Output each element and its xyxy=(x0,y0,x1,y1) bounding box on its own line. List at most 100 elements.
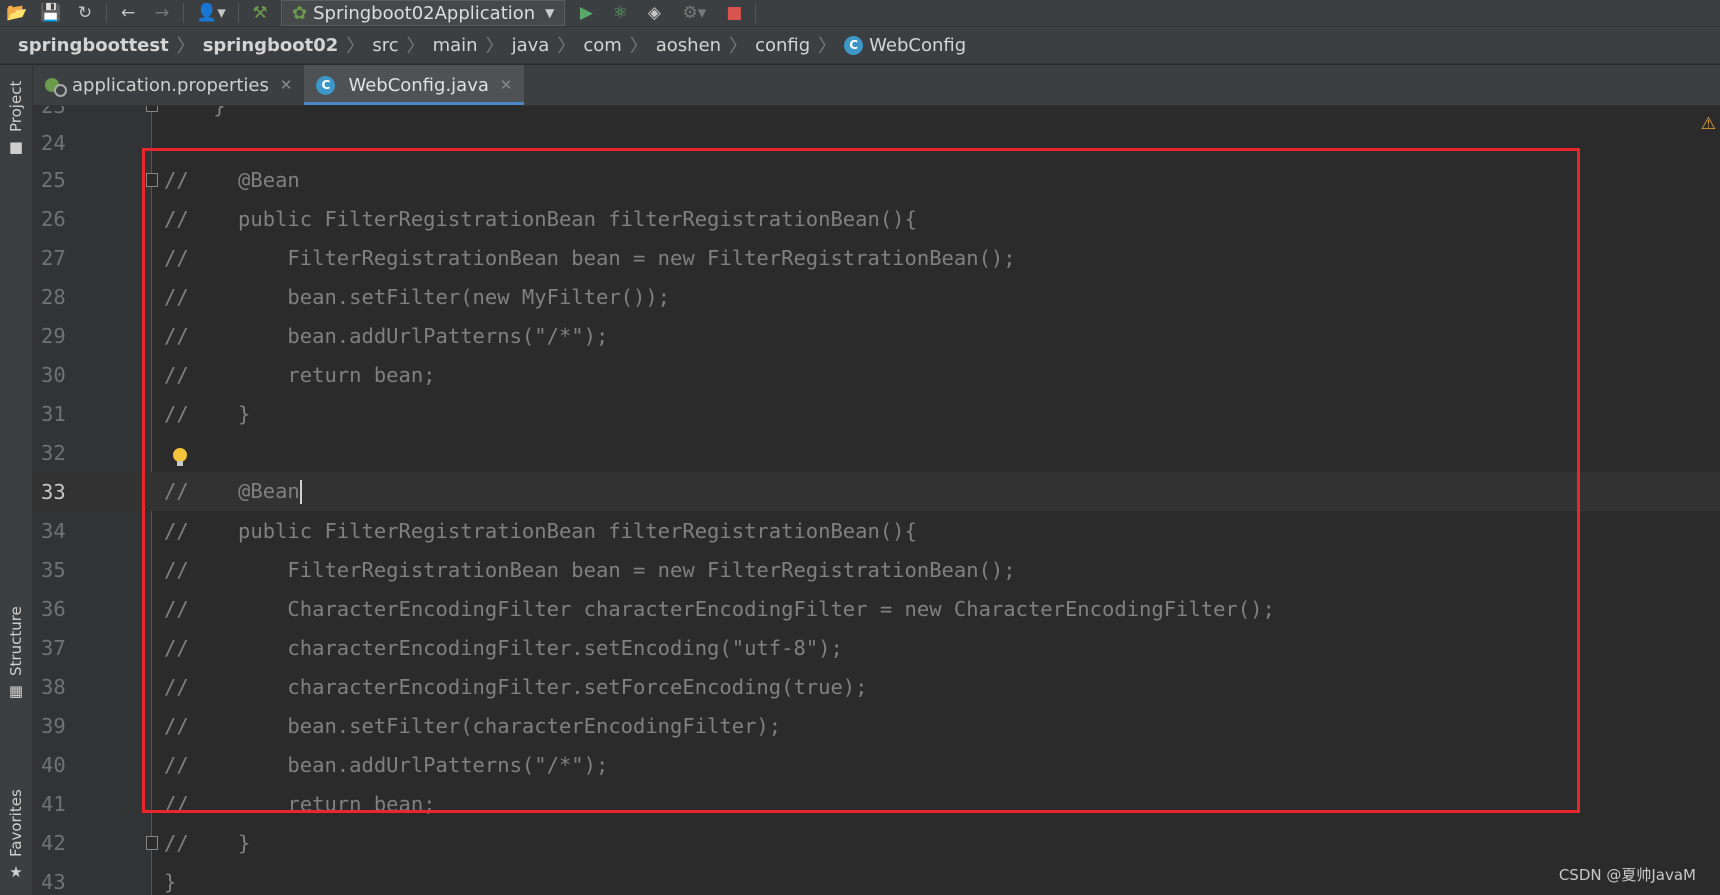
code-line[interactable]: 39 // bean.setFilter(characterEncodingFi… xyxy=(33,706,1720,745)
breadcrumb-item-label: WebConfig xyxy=(869,34,967,56)
code-text: // bean.setFilter(new MyFilter()); xyxy=(164,284,671,309)
project-tool-tab[interactable]: ■ Project xyxy=(2,73,30,163)
line-number: 34 xyxy=(41,518,66,543)
breadcrumb-item[interactable]: aoshen xyxy=(656,35,721,56)
code-text: // characterEncodingFilter.setEncoding("… xyxy=(164,635,843,660)
java-class-icon: C xyxy=(844,35,864,55)
breadcrumb-item[interactable]: springboottest xyxy=(18,35,169,56)
lightbulb-icon[interactable] xyxy=(173,448,187,468)
breadcrumb-item[interactable]: config xyxy=(755,35,810,56)
toolbar-divider xyxy=(238,3,239,23)
breadcrumb-separator-icon: 〉 xyxy=(485,36,504,57)
line-number: 41 xyxy=(41,791,66,816)
favorites-tool-tab[interactable]: ★ Favorites xyxy=(2,785,30,885)
fold-marker-icon[interactable] xyxy=(146,106,158,112)
line-number: 30 xyxy=(41,362,66,387)
warning-icon[interactable]: ⚠ xyxy=(1701,114,1716,134)
breadcrumb-separator-icon: 〉 xyxy=(818,36,837,57)
user-dropdown-icon[interactable]: 👤▾ xyxy=(188,0,234,26)
tab-webconfig-java[interactable]: C WebConfig.java ✕ xyxy=(304,65,525,105)
breadcrumb-item[interactable]: springboot02 xyxy=(203,35,339,56)
code-line[interactable]: 35 // FilterRegistrationBean bean = new … xyxy=(33,550,1720,589)
code-line[interactable]: 37 // characterEncodingFilter.setEncodin… xyxy=(33,628,1720,667)
line-number: 28 xyxy=(41,284,66,309)
open-folder-icon[interactable]: 📂 xyxy=(0,0,34,26)
forward-arrow-icon[interactable]: → xyxy=(145,0,179,26)
code-line[interactable]: 26 // public FilterRegistrationBean filt… xyxy=(33,199,1720,238)
code-text: // public FilterRegistrationBean filterR… xyxy=(164,518,917,543)
debug-bug-icon[interactable]: ⚛ xyxy=(603,0,637,26)
stop-icon[interactable]: ■ xyxy=(717,0,751,26)
breadcrumb-item[interactable]: src xyxy=(372,35,398,56)
code-line[interactable]: 27 // FilterRegistrationBean bean = new … xyxy=(33,238,1720,277)
sync-icon[interactable]: ↻ xyxy=(68,0,102,26)
code-line[interactable]: 40 // bean.addUrlPatterns("/*"); xyxy=(33,745,1720,784)
watermark-text: CSDN @夏帅JavaM xyxy=(1558,866,1696,884)
line-number: 42 xyxy=(41,830,66,855)
breadcrumb-separator-icon: 〉 xyxy=(406,36,425,57)
code-line[interactable]: 34 // public FilterRegistrationBean filt… xyxy=(33,511,1720,550)
run-configuration-selector[interactable]: ✿ Springboot02Application ▼ xyxy=(281,0,566,26)
line-number: 25 xyxy=(41,167,66,192)
code-line[interactable]: 42 // } xyxy=(33,823,1720,862)
coverage-icon[interactable]: ◈ xyxy=(637,0,671,26)
fold-marker-icon[interactable] xyxy=(146,173,158,187)
main-toolbar: 📂 💾 ↻ ← → 👤▾ ⚒ ✿ Springboot02Application… xyxy=(0,0,1720,27)
code-text: // FilterRegistrationBean bean = new Fil… xyxy=(164,245,1016,270)
code-text: // return bean; xyxy=(164,362,436,387)
breadcrumb-separator-icon: 〉 xyxy=(176,36,195,57)
code-editor[interactable]: 23 } 24 25 // @Bean 26 // public FilterR… xyxy=(33,106,1720,895)
code-text: } xyxy=(164,106,225,118)
text-caret xyxy=(299,480,302,504)
spring-boot-icon: ✿ xyxy=(292,2,308,24)
back-arrow-icon[interactable]: ← xyxy=(111,0,145,26)
code-text: // FilterRegistrationBean bean = new Fil… xyxy=(164,557,1016,582)
code-line[interactable]: 25 // @Bean xyxy=(33,160,1720,199)
breadcrumb-separator-icon: 〉 xyxy=(346,36,365,57)
fold-marker-icon[interactable] xyxy=(146,836,158,850)
code-text: // CharacterEncodingFilter characterEnco… xyxy=(164,596,1275,621)
project-tool-label: Project xyxy=(7,80,25,132)
code-line[interactable]: 24 xyxy=(33,123,1720,162)
code-line[interactable]: 32 xyxy=(33,433,1720,472)
build-hammer-icon[interactable]: ⚒ xyxy=(243,0,277,26)
toolbar-divider xyxy=(755,3,757,23)
code-text: // @Bean xyxy=(164,167,300,192)
breadcrumb-item[interactable]: com xyxy=(583,35,621,56)
structure-tool-label: Structure xyxy=(7,606,25,676)
save-icon[interactable]: 💾 xyxy=(34,0,68,26)
code-line[interactable]: 28 // bean.setFilter(new MyFilter()); xyxy=(33,277,1720,316)
line-number: 37 xyxy=(41,635,66,660)
code-line[interactable]: 43 } xyxy=(33,862,1720,895)
code-text: // } xyxy=(164,401,251,426)
line-number: 36 xyxy=(41,596,66,621)
code-text: // bean.addUrlPatterns("/*"); xyxy=(164,752,609,777)
breadcrumb-item[interactable]: java xyxy=(512,35,550,56)
code-line[interactable]: 36 // CharacterEncodingFilter characterE… xyxy=(33,589,1720,628)
profile-icon[interactable]: ⚙▾ xyxy=(671,0,717,26)
structure-tool-tab[interactable]: ▦ Structure xyxy=(2,603,30,703)
breadcrumb-separator-icon: 〉 xyxy=(557,36,576,57)
line-number: 38 xyxy=(41,674,66,699)
line-number: 40 xyxy=(41,752,66,777)
bulb-glass xyxy=(173,448,187,462)
close-icon[interactable]: ✕ xyxy=(280,76,293,94)
line-number: 23 xyxy=(33,106,107,118)
toolbar-divider xyxy=(106,3,107,23)
star-icon: ★ xyxy=(7,862,25,881)
code-line[interactable]: 31 // } xyxy=(33,394,1720,433)
tab-application-properties[interactable]: application.properties ✕ xyxy=(33,65,304,105)
code-line[interactable]: 41 // return bean; xyxy=(33,784,1720,823)
run-icon[interactable]: ▶ xyxy=(569,0,603,26)
code-line[interactable]: 38 // characterEncodingFilter.setForceEn… xyxy=(33,667,1720,706)
code-line[interactable]: 30 // return bean; xyxy=(33,355,1720,394)
close-icon[interactable]: ✕ xyxy=(500,76,513,94)
breadcrumb-item-class[interactable]: C WebConfig xyxy=(844,35,966,56)
code-text: } xyxy=(164,869,177,894)
structure-icon: ▦ xyxy=(7,681,25,700)
breadcrumb-item[interactable]: main xyxy=(433,35,478,56)
line-number: 27 xyxy=(41,245,66,270)
code-line-current[interactable]: 33 // @Bean xyxy=(33,472,1720,511)
bulb-base xyxy=(177,461,183,466)
code-line[interactable]: 29 // bean.addUrlPatterns("/*"); xyxy=(33,316,1720,355)
